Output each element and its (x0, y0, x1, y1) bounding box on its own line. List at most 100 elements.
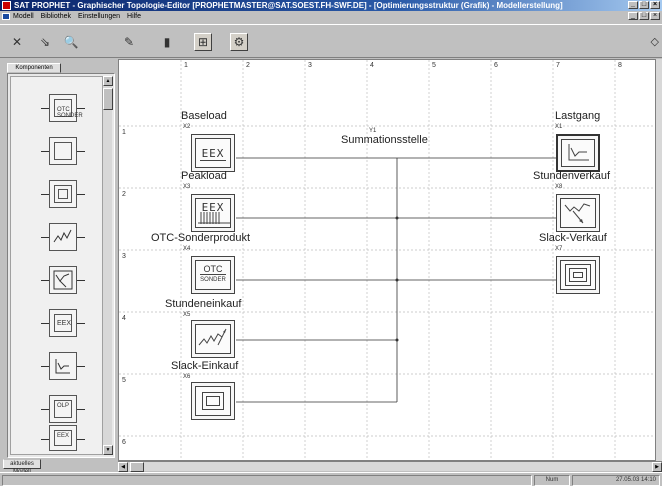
child-restore-button[interactable]: □ (639, 12, 649, 20)
eex-bars-icon: EEX (195, 198, 231, 228)
help-diamond-icon[interactable]: ◇ (651, 35, 659, 48)
title-bar: SAT PROPHET - Graphischer Topologie-Edit… (0, 0, 662, 11)
box-icon (54, 142, 72, 160)
eex-bars-icon: EEX (54, 430, 72, 446)
document-icon[interactable] (2, 13, 10, 20)
open-icon[interactable]: ⇘ (36, 33, 54, 51)
col-label-8: 8 (618, 62, 622, 69)
load-curve-icon (55, 359, 70, 374)
canvas-vertical-scrollbar[interactable] (656, 59, 662, 461)
status-bar: Num 27.05.03 14:10 (0, 472, 662, 486)
save-icon[interactable]: ▮ (158, 33, 176, 51)
settings-icon[interactable]: ⚙ (230, 33, 248, 51)
palette-curve[interactable] (41, 352, 85, 380)
slack-verkauf-id: X7 (555, 246, 563, 252)
status-message (2, 475, 532, 486)
baseload-label: Baseload (181, 110, 227, 122)
sonder-icon-text: SONDER (200, 274, 226, 285)
node-stundenverkauf[interactable] (556, 194, 600, 232)
node-slack-einkauf[interactable] (191, 382, 235, 420)
lastgang-id: X1 (555, 124, 563, 130)
col-label-1: 1 (184, 62, 188, 69)
maximize-button[interactable]: □ (639, 1, 649, 9)
tab-aktuelles-modell[interactable]: aktuelles Modell (3, 459, 41, 475)
slack-verkauf-label: Slack-Verkauf (539, 232, 607, 244)
layout-icon[interactable]: ⊞ (194, 33, 212, 51)
palette-sonder-label: SONDER (57, 113, 83, 119)
toolbar: ✕ ⇘ 🔍 ✎ ▮ ⊞ ⚙ ◇ (0, 24, 662, 58)
component-panel: Komponenten OTC SONDER EEX OLP EEX ▲ ▼ a… (0, 59, 118, 475)
stundeneinkauf-label: Stundeneinkauf (165, 298, 242, 310)
node-otc-sonderprodukt[interactable]: OTC SONDER (191, 256, 235, 294)
close-button[interactable]: × (650, 1, 660, 9)
node-stundeneinkauf[interactable] (191, 320, 235, 358)
otc-sonderprodukt-id: X4 (183, 246, 191, 252)
scroll-thumb[interactable] (103, 88, 113, 110)
hscroll-thumb[interactable] (130, 462, 144, 472)
palette-eex-bars[interactable]: EEX (41, 425, 85, 451)
menu-modell[interactable]: Modell (13, 11, 34, 22)
slack-einkauf-id: X6 (183, 374, 191, 380)
slack-sale-icon (560, 260, 596, 290)
stundenverkauf-id: X8 (555, 184, 563, 190)
menu-hilfe[interactable]: Hilfe (127, 11, 141, 22)
otc-sonder-icon: OTC SONDER (54, 99, 83, 119)
row-label-5: 5 (122, 377, 126, 384)
slack-sell-icon (53, 270, 73, 290)
node-slack-verkauf[interactable] (556, 256, 600, 294)
palette-box2[interactable] (41, 180, 85, 208)
scroll-up-icon[interactable]: ▲ (103, 76, 113, 86)
node-baseload[interactable]: EEX (191, 134, 235, 172)
minimize-button[interactable]: _ (628, 1, 638, 9)
wave-icon (53, 229, 72, 243)
topology-canvas[interactable]: 1 2 3 4 5 6 7 8 1 2 3 4 5 6 Y1 Summation… (118, 59, 656, 461)
menu-bar: Modell Bibliothek Einstellungen Hilfe _ … (0, 11, 662, 22)
palette-otc-sonder[interactable]: OTC SONDER (41, 94, 85, 122)
menu-einstellungen[interactable]: Einstellungen (78, 11, 120, 22)
window-title: SAT PROPHET - Graphischer Topologie-Edit… (14, 1, 563, 10)
col-label-3: 3 (308, 62, 312, 69)
node-lastgang[interactable] (556, 134, 600, 172)
menu-bibliothek[interactable]: Bibliothek (41, 11, 71, 22)
scroll-left-icon[interactable]: ◀ (118, 462, 128, 472)
palette-eex-bars-label: EEX (57, 433, 70, 439)
canvas-horizontal-scrollbar[interactable]: ◀ ▶ (118, 461, 662, 472)
palette-wave[interactable] (41, 223, 85, 251)
zoom-icon[interactable]: 🔍 (62, 33, 80, 51)
palette-box[interactable] (41, 137, 85, 165)
row-label-6: 6 (122, 439, 126, 446)
edit-icon[interactable]: ✎ (120, 33, 138, 51)
eex-icon: EEX (54, 314, 72, 332)
app-window: SAT PROPHET - Graphischer Topologie-Edit… (0, 0, 662, 486)
child-minimize-button[interactable]: _ (628, 12, 638, 20)
slack-einkauf-label: Slack-Einkauf (171, 360, 239, 372)
tab-komponenten[interactable]: Komponenten (7, 63, 61, 73)
row-label-2: 2 (122, 191, 126, 198)
baseload-id: X2 (183, 124, 191, 130)
delete-icon[interactable]: ✕ (8, 33, 26, 51)
otc-icon-text: OTC (203, 264, 223, 274)
app-icon[interactable] (2, 1, 11, 10)
node-peakload[interactable]: EEX (191, 194, 235, 232)
scroll-right-icon[interactable]: ▶ (652, 462, 662, 472)
palette-scrollbar[interactable]: ▲ ▼ (102, 76, 113, 455)
col-label-2: 2 (246, 62, 250, 69)
olp-icon: OLP (54, 400, 72, 418)
stundenverkauf-label: Stundenverkauf (533, 170, 611, 182)
double-box-icon (54, 185, 72, 203)
col-label-6: 6 (494, 62, 498, 69)
palette-olp[interactable]: OLP (41, 395, 85, 423)
row-label-1: 1 (122, 129, 126, 136)
summation-label: Summationsstelle (341, 134, 428, 146)
palette-slack-sell[interactable] (41, 266, 85, 294)
peakload-label: Peakload (181, 170, 227, 182)
palette-list: OTC SONDER EEX OLP EEX (10, 76, 103, 455)
status-datetime: 27.05.03 14:10 (572, 475, 660, 486)
palette-olp-label: OLP (57, 403, 70, 409)
scroll-down-icon[interactable]: ▼ (103, 445, 113, 455)
child-close-button[interactable]: × (650, 12, 660, 20)
load-curve-icon (561, 139, 595, 167)
col-label-5: 5 (432, 62, 436, 69)
palette-eex-label: EEX (57, 320, 72, 327)
palette-eex[interactable]: EEX (41, 309, 85, 337)
